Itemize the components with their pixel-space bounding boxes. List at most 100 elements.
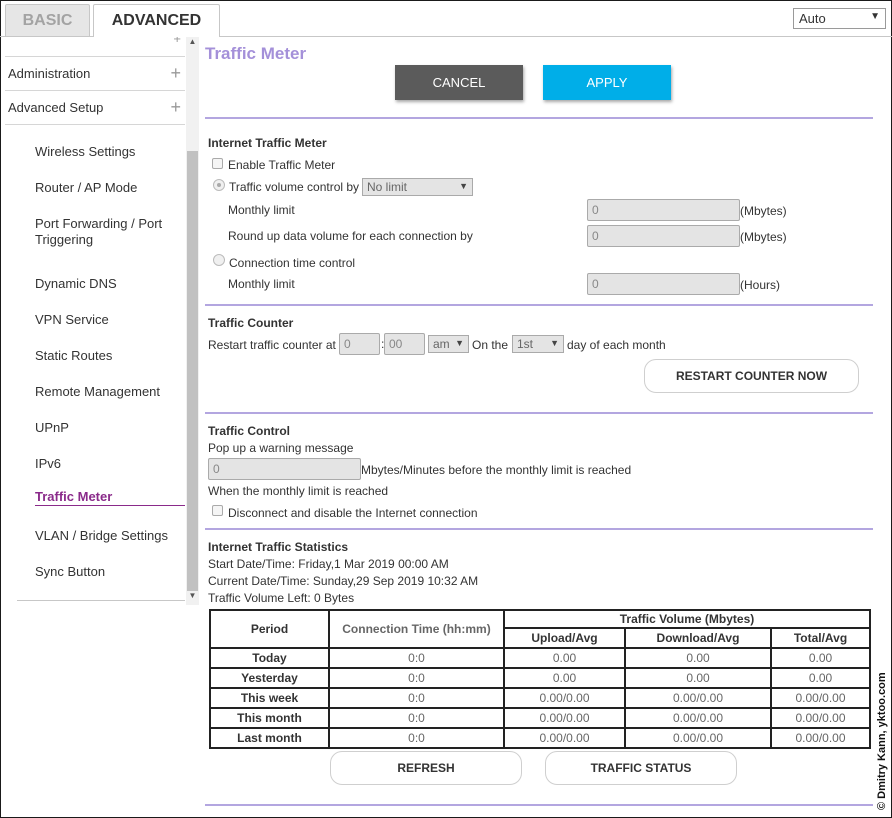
tab-advanced[interactable]: ADVANCED — [93, 4, 220, 37]
sidebar-item-wireless-settings[interactable]: Wireless Settings — [35, 144, 185, 160]
chevron-down-icon: ▼ — [550, 338, 559, 348]
table-cell-total: 0.00/0.00 — [770, 687, 871, 709]
active-indicator — [35, 505, 185, 506]
monthly-limit-hours-label: Monthly limit — [228, 277, 295, 291]
table-cell-time: 0:0 — [328, 687, 505, 709]
sidebar-section-partial[interactable]: + — [5, 37, 185, 57]
apply-button[interactable]: APPLY — [543, 65, 671, 100]
ampm-select[interactable]: am ▼ — [428, 335, 469, 353]
section-divider — [205, 528, 873, 530]
table-cell-upload: 0.00/0.00 — [503, 727, 626, 749]
current-datetime: Current Date/Time: Sunday,29 Sep 2019 10… — [208, 574, 479, 588]
tab-basic[interactable]: BASIC — [5, 4, 90, 36]
table-header-traffic-volume: Traffic Volume (Mbytes) — [503, 609, 871, 629]
language-value: Auto — [799, 11, 826, 26]
warning-threshold-suffix: Mbytes/Minutes before the monthly limit … — [361, 463, 632, 477]
volume-control-value: No limit — [367, 180, 408, 194]
table-cell-upload: 0.00/0.00 — [503, 707, 626, 729]
table-row: This month 0:0 0.00/0.00 0.00/0.00 0.00/… — [209, 707, 871, 729]
table-cell-total: 0.00/0.00 — [770, 727, 871, 749]
enable-traffic-meter-checkbox[interactable] — [212, 158, 223, 169]
sidebar-scrollbar-thumb[interactable] — [187, 151, 198, 591]
table-cell-download: 0.00 — [624, 667, 772, 689]
table-row: Last month 0:0 0.00/0.00 0.00/0.00 0.00/… — [209, 727, 871, 749]
chevron-down-icon: ▼ — [455, 338, 464, 348]
sidebar-section-advanced-setup[interactable]: Advanced Setup + — [5, 91, 185, 125]
roundup-input[interactable]: 0 — [587, 225, 740, 247]
volume-control-radio[interactable] — [213, 179, 225, 191]
section-divider — [205, 117, 873, 119]
scroll-down-icon[interactable]: ▼ — [186, 591, 199, 600]
sidebar-item-static-routes[interactable]: Static Routes — [35, 348, 185, 364]
table-cell-total: 0.00 — [770, 667, 871, 689]
sidebar-item-vpn-service[interactable]: VPN Service — [35, 312, 185, 328]
monthly-limit-label: Monthly limit — [228, 203, 295, 217]
sidebar-bottom-divider — [17, 600, 185, 601]
section-divider — [205, 804, 873, 806]
section-heading-traffic-counter: Traffic Counter — [208, 316, 294, 330]
table-header-download: Download/Avg — [624, 628, 772, 649]
sidebar-item-traffic-meter[interactable]: Traffic Meter — [35, 489, 185, 505]
sidebar-item-router-ap-mode[interactable]: Router / AP Mode — [35, 180, 185, 196]
sidebar-section-administration[interactable]: Administration + — [5, 57, 185, 91]
sidebar-item-remote-management[interactable]: Remote Management — [35, 384, 185, 400]
sidebar-section-label: Advanced Setup — [8, 100, 104, 115]
table-cell-time: 0:0 — [328, 647, 505, 669]
table-cell-time: 0:0 — [328, 727, 505, 749]
chevron-down-icon: ▼ — [459, 181, 468, 191]
scroll-up-icon[interactable]: ▲ — [186, 37, 199, 46]
traffic-volume-left: Traffic Volume Left: 0 Bytes — [208, 591, 355, 605]
chevron-down-icon: ▼ — [870, 11, 880, 22]
section-heading-traffic-control: Traffic Control — [208, 424, 291, 438]
disconnect-label: Disconnect and disable the Internet conn… — [228, 506, 478, 520]
sidebar-item-port-forwarding[interactable]: Port Forwarding / Port Triggering — [35, 216, 185, 248]
table-cell-upload: 0.00 — [503, 667, 626, 689]
table-row: Today 0:0 0.00 0.00 0.00 — [209, 647, 871, 669]
restart-hour-input[interactable]: 0 — [339, 333, 380, 355]
restart-at-label: Restart traffic counter at — [208, 338, 336, 352]
table-row: Yesterday 0:0 0.00 0.00 0.00 — [209, 667, 871, 689]
roundup-label: Round up data volume for each connection… — [228, 229, 473, 243]
warning-threshold-input[interactable]: 0 — [208, 458, 361, 480]
table-cell-download: 0.00 — [624, 647, 772, 669]
hours-unit: (Hours) — [740, 278, 781, 292]
time-control-radio[interactable] — [213, 254, 225, 266]
volume-control-select[interactable]: No limit ▼ — [362, 178, 473, 196]
traffic-status-button[interactable]: TRAFFIC STATUS — [545, 751, 737, 785]
restart-minute-input[interactable]: 00 — [384, 333, 425, 355]
table-cell-download: 0.00/0.00 — [624, 727, 772, 749]
table-header-upload: Upload/Avg — [503, 628, 626, 649]
table-cell-period: Last month — [209, 727, 330, 749]
table-cell-upload: 0.00 — [503, 647, 626, 669]
plus-icon: + — [170, 63, 181, 83]
monthly-limit-input[interactable]: 0 — [587, 199, 740, 221]
day-select[interactable]: 1st ▼ — [512, 335, 564, 353]
refresh-button[interactable]: REFRESH — [330, 751, 522, 785]
day-suffix-label: day of each month — [567, 338, 666, 352]
sidebar-item-vlan-bridge[interactable]: VLAN / Bridge Settings — [35, 528, 185, 544]
table-cell-total: 0.00/0.00 — [770, 707, 871, 729]
main-content: Traffic Meter CANCEL APPLY Internet Traf… — [205, 37, 875, 818]
expand-icon: + — [173, 37, 181, 46]
language-select[interactable]: Auto ▼ — [793, 8, 886, 29]
restart-counter-button[interactable]: RESTART COUNTER NOW — [644, 359, 859, 393]
ampm-value: am — [433, 337, 450, 351]
watermark-text: © Dmitry Kann, yktoo.com — [876, 672, 888, 810]
enable-traffic-meter-label: Enable Traffic Meter — [228, 158, 336, 172]
disconnect-checkbox[interactable] — [212, 505, 223, 516]
start-datetime: Start Date/Time: Friday,1 Mar 2019 00:00… — [208, 557, 449, 571]
sidebar-item-sync-button[interactable]: Sync Button — [35, 564, 185, 580]
mbytes-unit: (Mbytes) — [740, 204, 787, 218]
sidebar-item-ipv6[interactable]: IPv6 — [35, 456, 185, 472]
monthly-limit-hours-input[interactable]: 0 — [587, 273, 740, 295]
table-header-connection-time: Connection Time (hh:mm) — [328, 609, 505, 649]
sidebar-section-label: Administration — [8, 66, 91, 81]
table-header-total: Total/Avg — [770, 628, 871, 649]
sidebar-item-upnp[interactable]: UPnP — [35, 420, 185, 436]
table-cell-time: 0:0 — [328, 667, 505, 689]
table-cell-download: 0.00/0.00 — [624, 707, 772, 729]
sidebar-item-dynamic-dns[interactable]: Dynamic DNS — [35, 276, 185, 292]
table-cell-download: 0.00/0.00 — [624, 687, 772, 709]
mbytes-unit: (Mbytes) — [740, 230, 787, 244]
cancel-button[interactable]: CANCEL — [395, 65, 523, 100]
